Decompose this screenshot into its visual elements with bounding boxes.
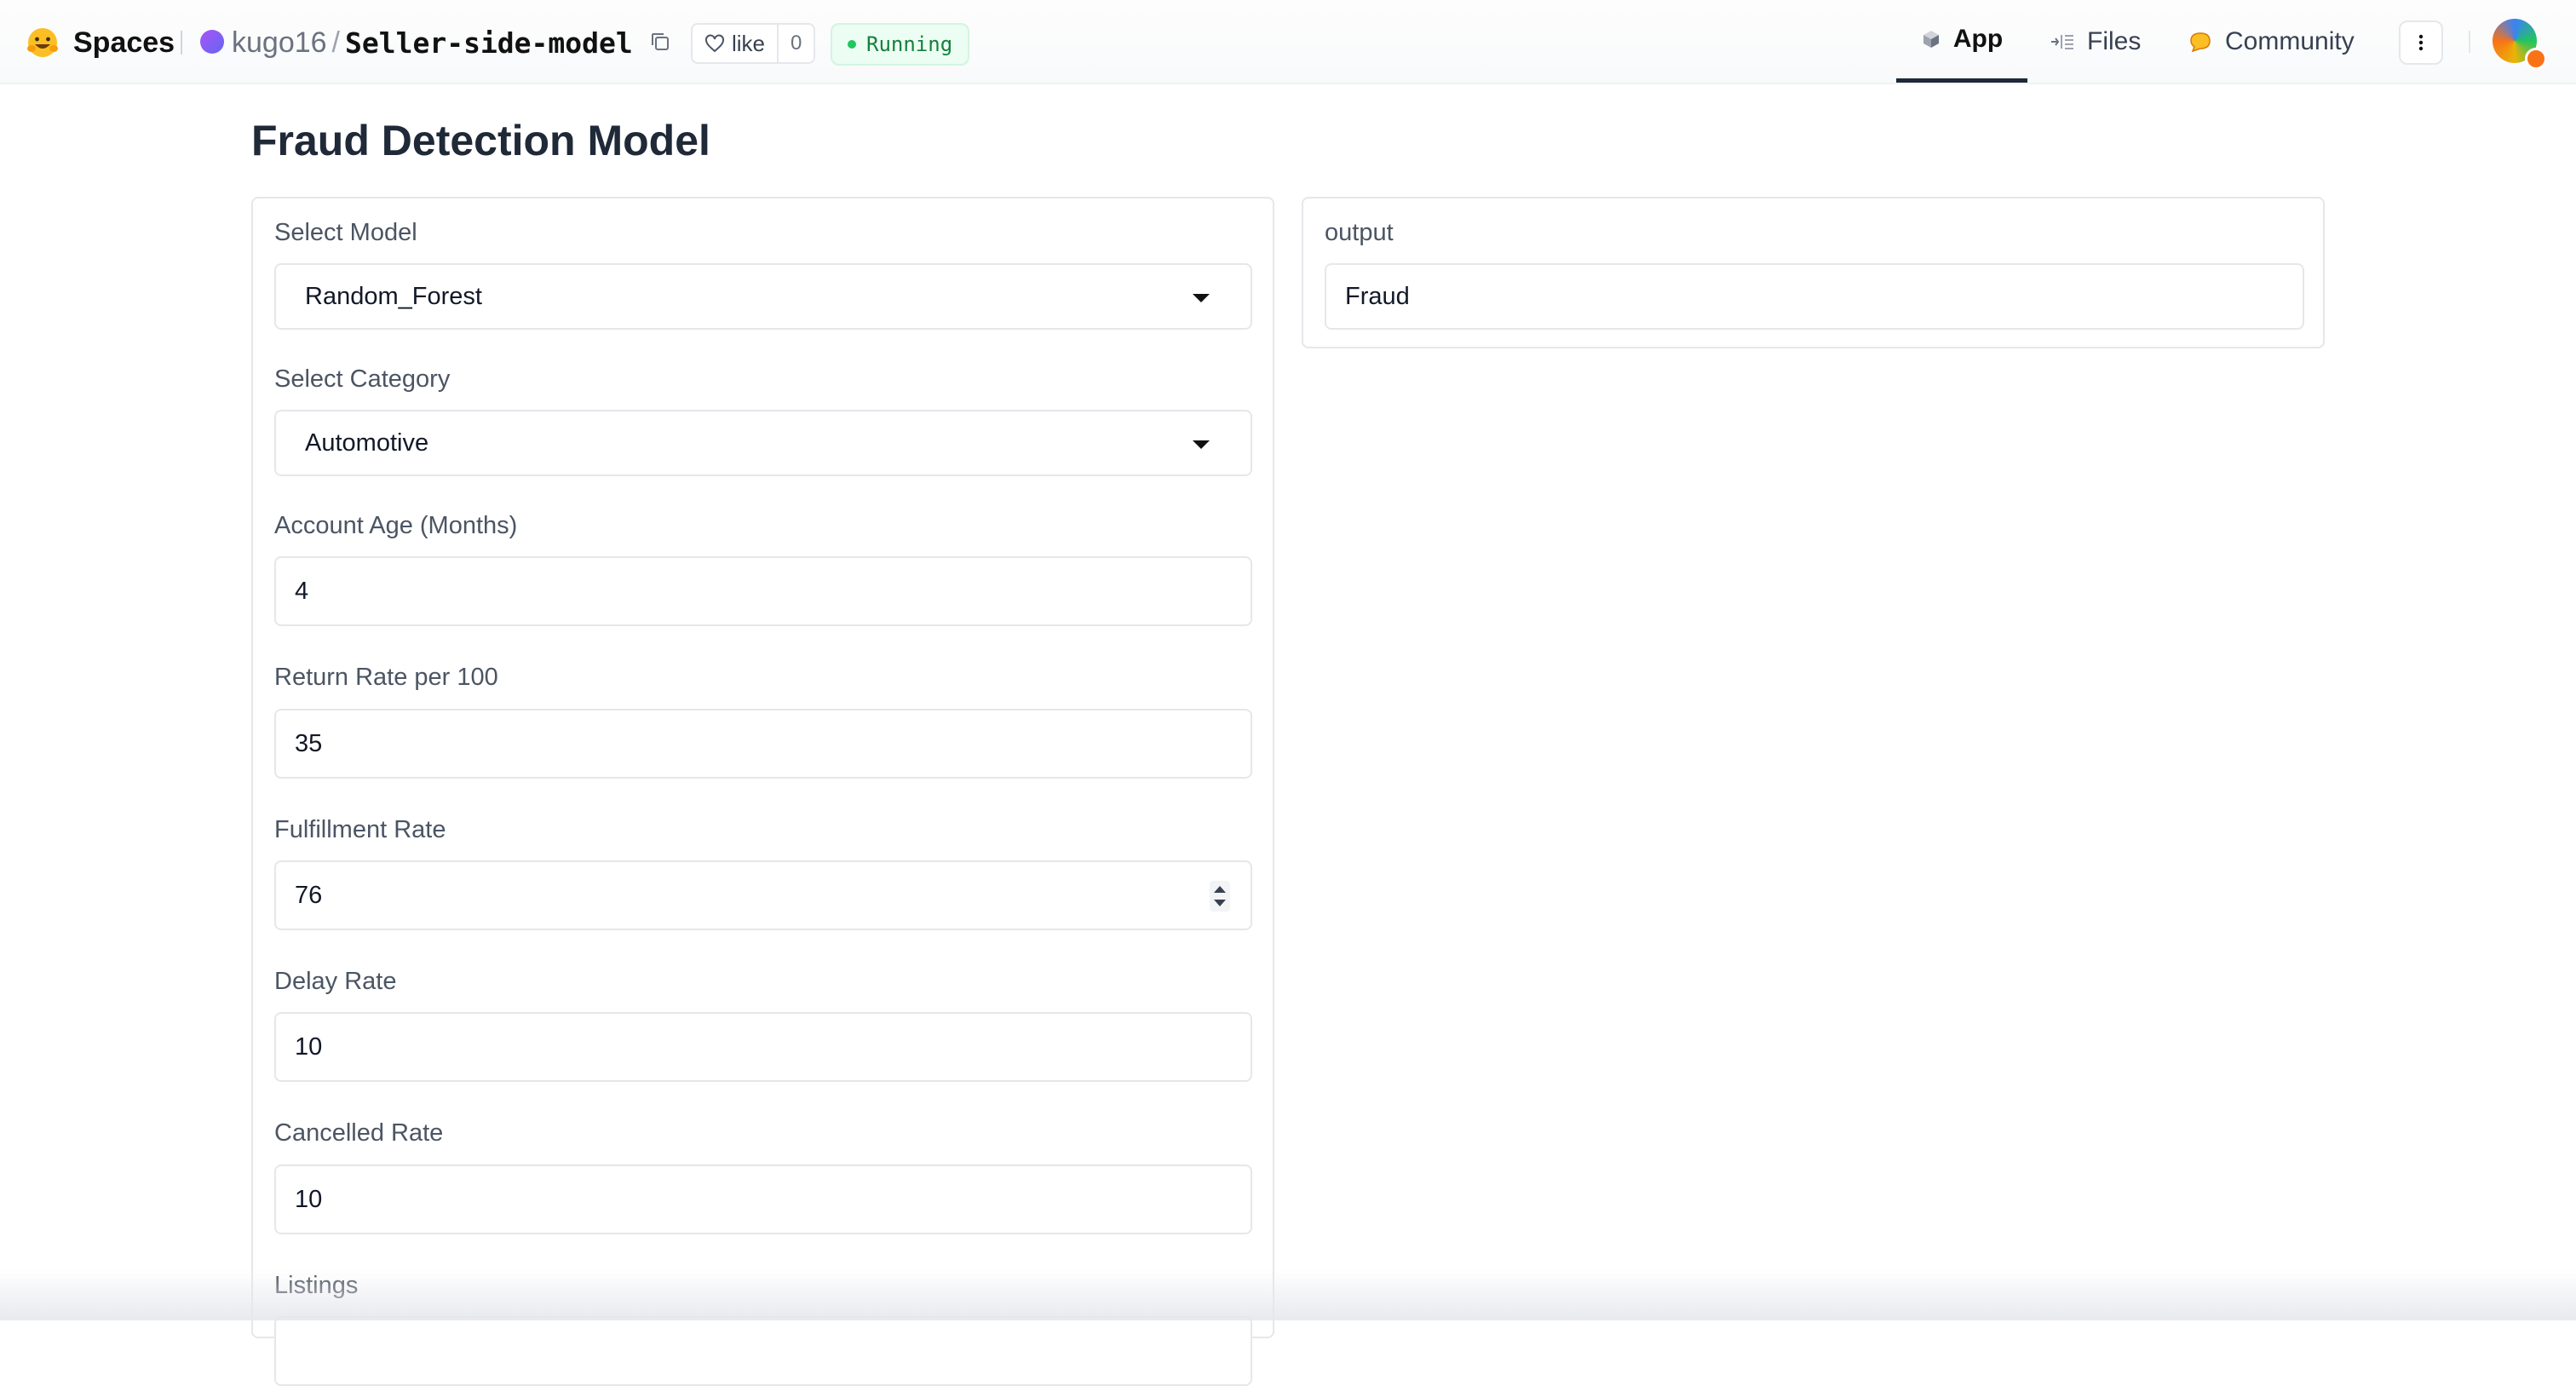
top-navigation-bar: Spaces kugo16 / Seller-side-model like 0… bbox=[0, 0, 2576, 84]
account-age-label: Account Age (Months) bbox=[274, 512, 518, 539]
category-dropdown[interactable]: Automotive bbox=[274, 410, 1252, 476]
decrement-arrow-icon[interactable] bbox=[1214, 900, 1226, 906]
tab-community[interactable]: Community bbox=[2188, 0, 2355, 83]
output-value: Fraud bbox=[1345, 282, 1410, 310]
status-dot-icon bbox=[848, 40, 856, 49]
owner-avatar[interactable] bbox=[200, 30, 224, 54]
divider bbox=[181, 31, 182, 55]
listings-label: Listings bbox=[274, 1272, 359, 1299]
fulfillment-rate-input[interactable]: 76 bbox=[274, 860, 1252, 930]
listings-input[interactable] bbox=[274, 1316, 1252, 1386]
output-textbox[interactable]: Fraud bbox=[1325, 263, 2304, 330]
caret-down-icon bbox=[1193, 440, 1210, 449]
category-value: Automotive bbox=[305, 428, 429, 457]
return-rate-value: 35 bbox=[295, 729, 323, 757]
files-icon bbox=[2051, 34, 2073, 49]
return-rate-input[interactable]: 35 bbox=[274, 709, 1252, 779]
divider bbox=[2469, 31, 2470, 53]
cancelled-rate-value: 10 bbox=[295, 1185, 323, 1213]
status-badge[interactable]: Running bbox=[831, 23, 970, 66]
return-rate-label: Return Rate per 100 bbox=[274, 664, 498, 691]
copy-icon[interactable] bbox=[649, 31, 671, 53]
caret-down-icon bbox=[1193, 294, 1210, 302]
status-text: Running bbox=[866, 32, 953, 56]
delay-rate-label: Delay Rate bbox=[274, 968, 397, 995]
tab-files[interactable]: Files bbox=[2050, 0, 2141, 83]
heart-icon bbox=[705, 34, 724, 53]
model-label: Select Model bbox=[274, 219, 417, 246]
tab-files-label: Files bbox=[2087, 26, 2142, 55]
owner-link[interactable]: kugo16 bbox=[232, 26, 327, 60]
delay-rate-value: 10 bbox=[295, 1032, 323, 1061]
community-icon bbox=[2190, 32, 2211, 52]
spaces-home-link[interactable]: Spaces bbox=[26, 22, 175, 63]
number-spinner[interactable] bbox=[1210, 881, 1230, 912]
cancelled-rate-label: Cancelled Rate bbox=[274, 1119, 444, 1147]
more-options-button[interactable] bbox=[2399, 20, 2443, 65]
page-title: Fraud Detection Model bbox=[251, 117, 710, 164]
fulfillment-rate-label: Fulfillment Rate bbox=[274, 816, 446, 843]
vertical-ellipsis-icon bbox=[2418, 34, 2424, 51]
breadcrumb-separator: / bbox=[331, 26, 340, 59]
category-label: Select Category bbox=[274, 365, 451, 393]
increment-arrow-icon[interactable] bbox=[1214, 886, 1226, 893]
tab-app[interactable]: App bbox=[1896, 0, 2027, 83]
notification-badge bbox=[2525, 48, 2547, 70]
repo-name-link[interactable]: Seller-side-model bbox=[345, 26, 633, 60]
model-value: Random_Forest bbox=[305, 282, 482, 310]
fulfillment-rate-value: 76 bbox=[295, 881, 323, 909]
tab-community-label: Community bbox=[2225, 26, 2355, 55]
brand-name: Spaces bbox=[73, 26, 175, 59]
output-label: output bbox=[1325, 219, 1394, 246]
repo-breadcrumb: kugo16 / Seller-side-model bbox=[232, 23, 633, 62]
cube-icon bbox=[1923, 31, 1939, 48]
delay-rate-input[interactable]: 10 bbox=[274, 1012, 1252, 1082]
cancelled-rate-input[interactable]: 10 bbox=[274, 1165, 1252, 1234]
hugging-face-logo-icon bbox=[27, 28, 58, 57]
model-dropdown[interactable]: Random_Forest bbox=[274, 263, 1252, 330]
like-main[interactable]: like bbox=[693, 25, 777, 62]
like-button[interactable]: like 0 bbox=[691, 23, 816, 64]
tab-app-label: App bbox=[1952, 25, 2004, 53]
like-label: like bbox=[732, 30, 766, 56]
input-panel: Select Model Random_Forest Select Catego… bbox=[251, 197, 1274, 1386]
account-age-input[interactable]: 4 bbox=[274, 556, 1252, 626]
like-count[interactable]: 0 bbox=[777, 25, 814, 62]
output-panel: output Fraud bbox=[1302, 197, 2325, 348]
account-age-value: 4 bbox=[295, 577, 309, 605]
